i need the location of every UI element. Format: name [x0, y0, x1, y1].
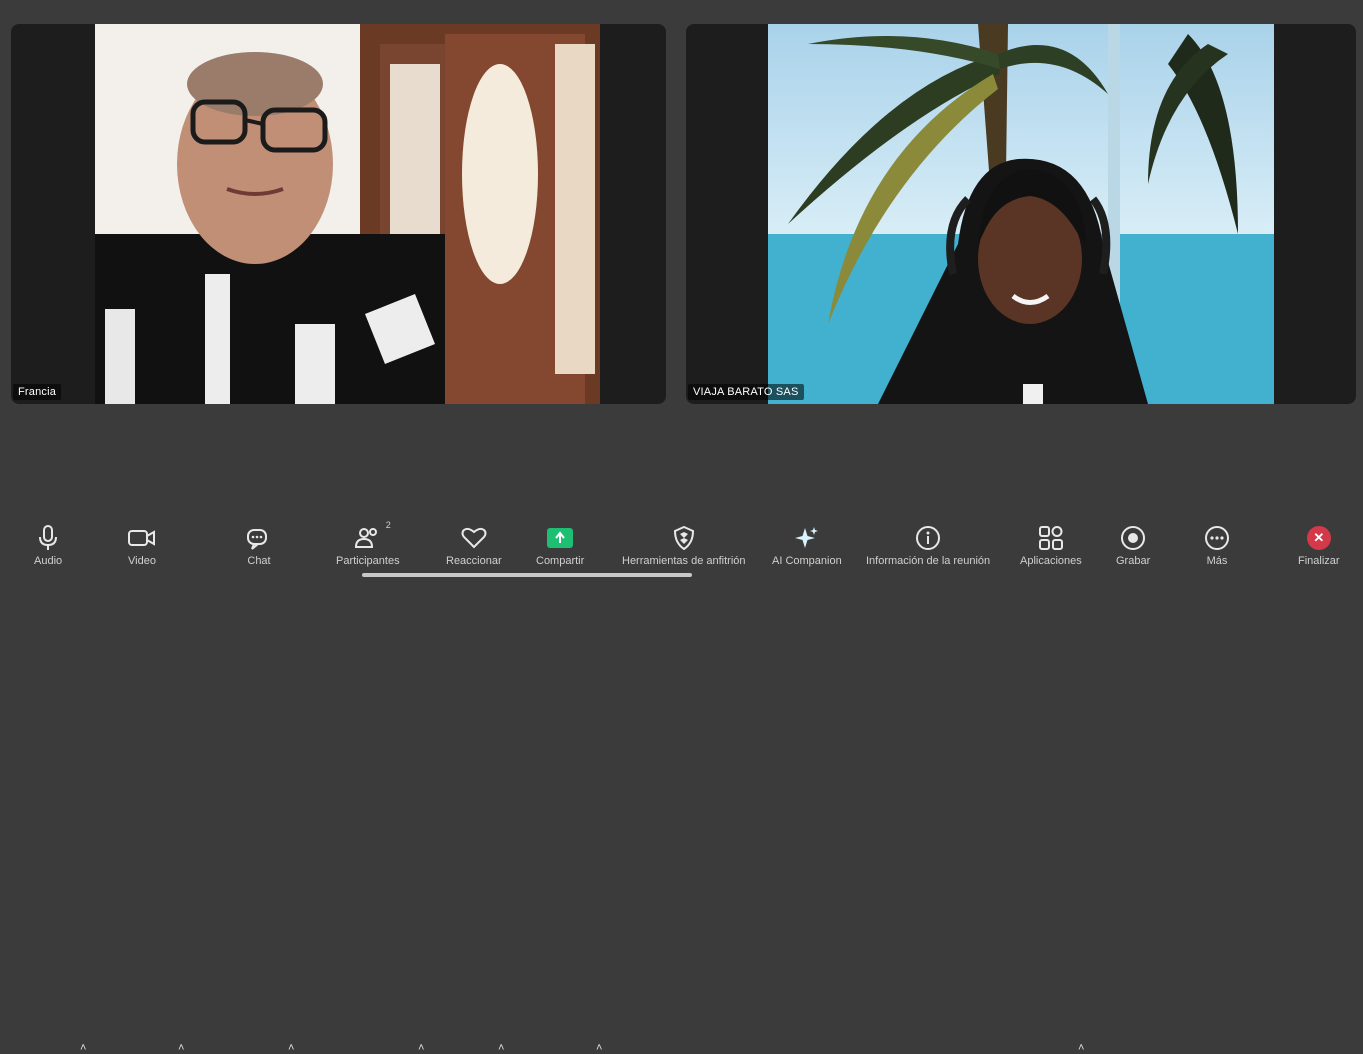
more-options-icon — [1204, 524, 1230, 552]
participant-name-label: Francia — [13, 384, 62, 400]
video-options-caret-icon[interactable]: ˄ — [178, 1042, 184, 1054]
share-label: Compartir — [536, 555, 585, 567]
participants-count-badge: 2 — [385, 520, 391, 530]
meeting-info-label: Información de la reunión — [866, 555, 991, 567]
scroll-indicator — [362, 573, 692, 577]
meeting-info-button[interactable]: Información de la reunión — [866, 524, 990, 567]
host-tools-label: Herramientas de anfitrión — [622, 555, 746, 567]
apps-icon — [1038, 524, 1064, 552]
participant-video-left — [95, 24, 600, 404]
participant-video-right — [768, 24, 1274, 404]
host-tools-button[interactable]: Herramientas de anfitrión — [622, 524, 746, 567]
sparkle-icon — [794, 524, 820, 552]
video-camera-icon — [128, 524, 156, 552]
video-frame-left — [95, 24, 600, 404]
participants-button[interactable]: 2 Participantes — [336, 520, 400, 567]
more-button[interactable]: Más — [1204, 524, 1230, 567]
chat-options-caret-icon[interactable]: ˄ — [288, 1042, 294, 1054]
end-label: Finalizar — [1298, 555, 1340, 567]
apps-button[interactable]: Aplicaciones — [1020, 524, 1082, 567]
meeting-toolbar: Audio ˄ Video ˄ Chat ˄ 2 Participantes ˄… — [0, 512, 1363, 1054]
apps-options-caret-icon[interactable]: ˄ — [1078, 1042, 1084, 1054]
ai-companion-button[interactable]: AI Companion — [772, 524, 842, 567]
participants-options-caret-icon[interactable]: ˄ — [418, 1042, 424, 1054]
end-meeting-button[interactable]: ✕ Finalizar — [1298, 524, 1340, 567]
audio-label: Audio — [34, 555, 63, 567]
microphone-icon — [38, 524, 58, 552]
heart-icon — [461, 524, 487, 552]
video-button[interactable]: Video — [128, 524, 156, 567]
audio-button[interactable]: Audio — [34, 524, 62, 567]
chat-button[interactable]: Chat — [246, 524, 272, 567]
apps-label: Aplicaciones — [1020, 555, 1082, 567]
more-label: Más — [1206, 555, 1228, 567]
react-label: Reaccionar — [446, 555, 502, 567]
share-options-caret-icon[interactable]: ˄ — [596, 1042, 602, 1054]
participants-icon: 2 — [354, 520, 391, 552]
video-frame-right — [768, 24, 1274, 404]
chat-bubble-icon — [246, 524, 272, 552]
audio-options-caret-icon[interactable]: ˄ — [80, 1042, 86, 1054]
record-icon — [1120, 524, 1146, 552]
ai-companion-label: AI Companion — [772, 555, 842, 567]
info-icon — [915, 524, 941, 552]
react-button[interactable]: Reaccionar — [446, 524, 502, 567]
react-options-caret-icon[interactable]: ˄ — [498, 1042, 504, 1054]
share-button[interactable]: Compartir — [536, 524, 584, 567]
participant-tile-right[interactable]: VIAJA BARATO SAS — [686, 24, 1356, 404]
participants-label: Participantes — [336, 555, 400, 567]
share-screen-icon — [547, 524, 574, 552]
participant-tile-left[interactable]: Francia — [11, 24, 666, 404]
video-label: Video — [128, 555, 156, 567]
record-label: Grabar — [1116, 555, 1151, 567]
record-button[interactable]: Grabar — [1116, 524, 1150, 567]
shield-icon — [673, 524, 695, 552]
participant-name-label: VIAJA BARATO SAS — [688, 384, 804, 400]
chat-label: Chat — [247, 555, 271, 567]
close-icon: ✕ — [1306, 524, 1331, 552]
